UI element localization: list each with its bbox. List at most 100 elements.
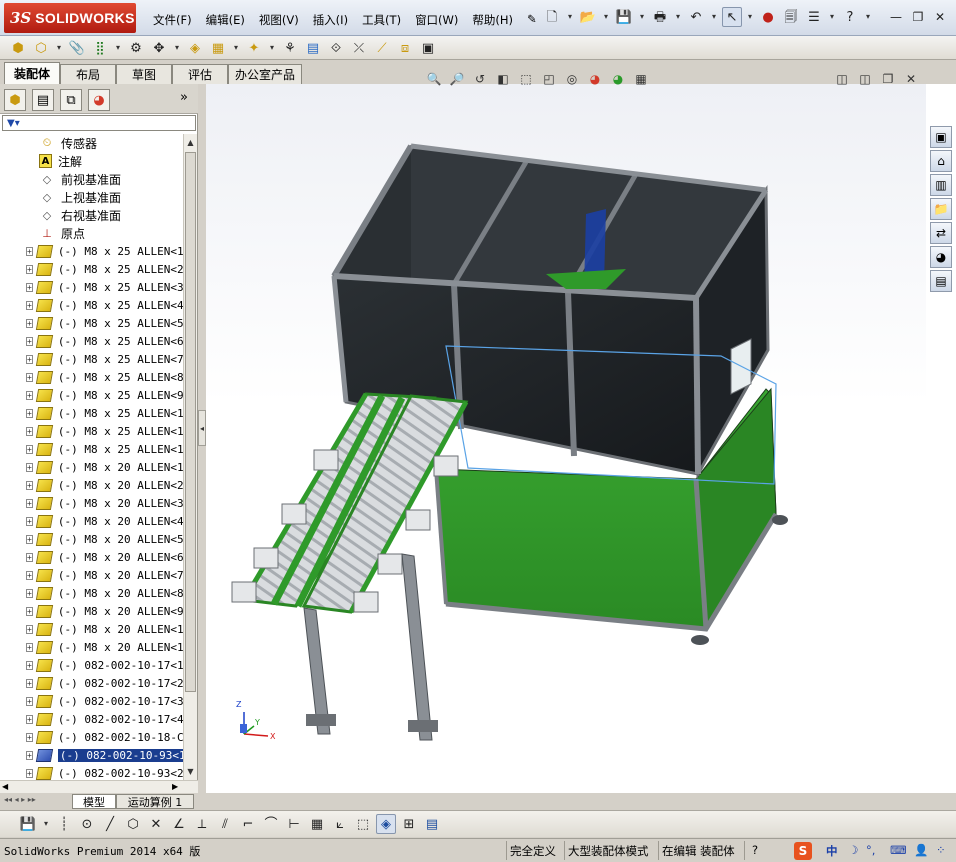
select-cursor-icon[interactable]: ↖ (722, 7, 742, 27)
ime-language[interactable]: 中 (826, 843, 838, 859)
menu-file[interactable]: 文件(F) (146, 10, 199, 30)
status-help-icon[interactable]: ? (752, 843, 758, 857)
zoom-to-fit-icon[interactable]: 🔍 (424, 70, 444, 88)
options-icon[interactable]: ☰ (804, 7, 824, 27)
scroll-thumb[interactable] (185, 152, 196, 692)
expand-icon[interactable]: + (26, 588, 33, 598)
view-palette-icon[interactable]: ⇄ (930, 222, 952, 244)
tree-node[interactable]: + (-) M8 x 20 ALLEN<10 (0, 620, 183, 638)
tile-horizontal-icon[interactable]: ◫ (832, 70, 852, 88)
reference-dropdown-icon[interactable]: ▾ (267, 38, 277, 58)
expand-icon[interactable]: + (26, 462, 33, 472)
shaded-display-icon[interactable]: ◈ (376, 814, 396, 834)
view-settings-icon[interactable]: ▦ (631, 70, 651, 88)
expand-icon[interactable]: + (26, 300, 33, 310)
tree-vertical-scrollbar[interactable]: ▲ ▼ (183, 134, 197, 780)
view-orientation-icon[interactable]: ⬚ (516, 70, 536, 88)
tree-node[interactable]: + (-) M8 x 25 ALLEN<12 (0, 440, 183, 458)
expand-icon[interactable]: + (26, 264, 33, 274)
tab-evaluate[interactable]: 评估 (172, 64, 228, 84)
hide-show-items-icon[interactable]: ◎ (562, 70, 582, 88)
tree-node[interactable]: + (-) M8 x 20 ALLEN<5> (0, 530, 183, 548)
appearances-icon[interactable]: ◕ (930, 246, 952, 268)
explode-line-sketch-icon[interactable]: ⤫ (349, 38, 369, 58)
expand-icon[interactable]: + (26, 768, 33, 778)
tree-node[interactable]: + (-) M8 x 20 ALLEN<3> (0, 494, 183, 512)
scroll-right-icon[interactable]: ▶ (172, 782, 178, 791)
tree-node[interactable]: + (-) 082-002-10-17<3> (0, 692, 183, 710)
feature-manager-tab-icon[interactable]: ⬢ (4, 89, 26, 111)
tree-node[interactable]: + (-) M8 x 25 ALLEN<7> (0, 350, 183, 368)
dimension-icon[interactable]: ⊢ (284, 814, 304, 834)
table-icon[interactable]: ▤ (422, 814, 442, 834)
expand-icon[interactable]: + (26, 426, 33, 436)
ime-logo-icon[interactable]: S (794, 842, 812, 860)
restore-icon[interactable]: ❐ (908, 9, 928, 25)
tree-node[interactable]: + (-) 082-002-10-17<4> (0, 710, 183, 728)
expand-icon[interactable]: + (26, 660, 33, 670)
tree-node[interactable]: A 注解 (0, 152, 183, 170)
help-icon[interactable]: ? (840, 7, 860, 27)
exploded-view-icon[interactable]: ⟐ (326, 38, 346, 58)
select-dropdown-icon[interactable]: ▾ (745, 7, 755, 27)
viewport-restore-icon[interactable]: ❐ (878, 70, 898, 88)
tree-node[interactable]: + (-) M8 x 20 ALLEN<9> (0, 602, 183, 620)
box-select-icon[interactable]: ⬚ (353, 814, 373, 834)
menu-help[interactable]: 帮助(H) (465, 10, 520, 30)
new-dropdown-icon[interactable]: ▾ (565, 7, 575, 27)
scroll-left-icon[interactable]: ◀ (2, 782, 8, 791)
show-hidden-icon[interactable]: ◈ (185, 38, 205, 58)
design-library-icon[interactable]: ▥ (930, 174, 952, 196)
tree-node[interactable]: + (-) 082-002-10-93<2> (0, 764, 183, 780)
tree-node[interactable]: + (-) M8 x 25 ALLEN<10 (0, 404, 183, 422)
new-part-icon[interactable]: ⬡ (31, 38, 51, 58)
expand-icon[interactable]: + (26, 642, 33, 652)
expand-icon[interactable]: + (26, 372, 33, 382)
reference-geometry-icon[interactable]: ✦ (244, 38, 264, 58)
ime-user-icon[interactable]: 👤 (914, 843, 928, 857)
panel-collapse-handle[interactable]: ◂ (198, 410, 206, 446)
filter-icon[interactable]: ▼▾ (7, 118, 20, 129)
solidworks-logo[interactable]: 3S SOLIDWORKS (4, 3, 136, 33)
options-dropdown-icon[interactable]: ▾ (827, 7, 837, 27)
tree-horizontal-scrollbar[interactable]: ◀ ▶ (0, 780, 198, 794)
scroll-down-icon[interactable]: ▼ (185, 764, 196, 778)
expand-icon[interactable]: + (26, 552, 33, 562)
tree-node[interactable]: + (-) M8 x 20 ALLEN<7> (0, 566, 183, 584)
ime-settings-icon[interactable]: ⁘ (936, 843, 946, 857)
tree-node[interactable]: ◇ 右视基准面 (0, 206, 183, 224)
tab-motion-study[interactable]: 运动算例 1 (116, 794, 194, 809)
ime-punctuation-icon[interactable]: °, (866, 843, 875, 857)
tree-node[interactable]: + (-) M8 x 25 ALLEN<11 (0, 422, 183, 440)
tab-sketch[interactable]: 草图 (116, 64, 172, 84)
expand-panel-icon[interactable]: » (180, 90, 188, 105)
expand-icon[interactable]: + (26, 408, 33, 418)
tab-model[interactable]: 模型 (72, 794, 116, 809)
tree-node[interactable]: + (-) M8 x 25 ALLEN<8> (0, 368, 183, 386)
tree-node[interactable]: + (-) M8 x 25 ALLEN<2> (0, 260, 183, 278)
expand-icon[interactable]: + (26, 282, 33, 292)
expand-icon[interactable]: + (26, 606, 33, 616)
offset-icon[interactable]: ⫽ (215, 814, 235, 834)
insert-dropdown-icon[interactable]: ▾ (54, 38, 64, 58)
help-dropdown-icon[interactable]: ▾ (863, 7, 873, 27)
print-icon[interactable]: 🖶 (650, 7, 670, 27)
tile-vertical-icon[interactable]: ◫ (855, 70, 875, 88)
menu-window[interactable]: 窗口(W) (408, 10, 465, 30)
tree-node[interactable]: + (-) M8 x 20 ALLEN<2> (0, 476, 183, 494)
expand-icon[interactable]: + (26, 570, 33, 580)
menu-tools[interactable]: 工具(T) (355, 10, 408, 30)
save-dropdown-icon[interactable]: ▾ (637, 7, 647, 27)
scroll-up-icon[interactable]: ▲ (185, 135, 196, 149)
close-icon[interactable]: ✕ (930, 9, 950, 25)
tab-scroll-icons[interactable]: ◂◂ ◂ ▸ ▸▸ (4, 795, 36, 804)
sketch-fillet-icon[interactable]: ⌒ (261, 814, 281, 834)
zoom-to-area-icon[interactable]: 🔎 (447, 70, 467, 88)
tab-layout[interactable]: 布局 (60, 64, 116, 84)
previous-view-icon[interactable]: ↺ (470, 70, 490, 88)
expand-icon[interactable]: + (26, 390, 33, 400)
expand-icon[interactable]: + (26, 678, 33, 688)
linear-pattern-icon[interactable]: ⣿ (90, 38, 110, 58)
expand-icon[interactable]: + (26, 480, 33, 490)
assembly-features-icon[interactable]: ▦ (208, 38, 228, 58)
